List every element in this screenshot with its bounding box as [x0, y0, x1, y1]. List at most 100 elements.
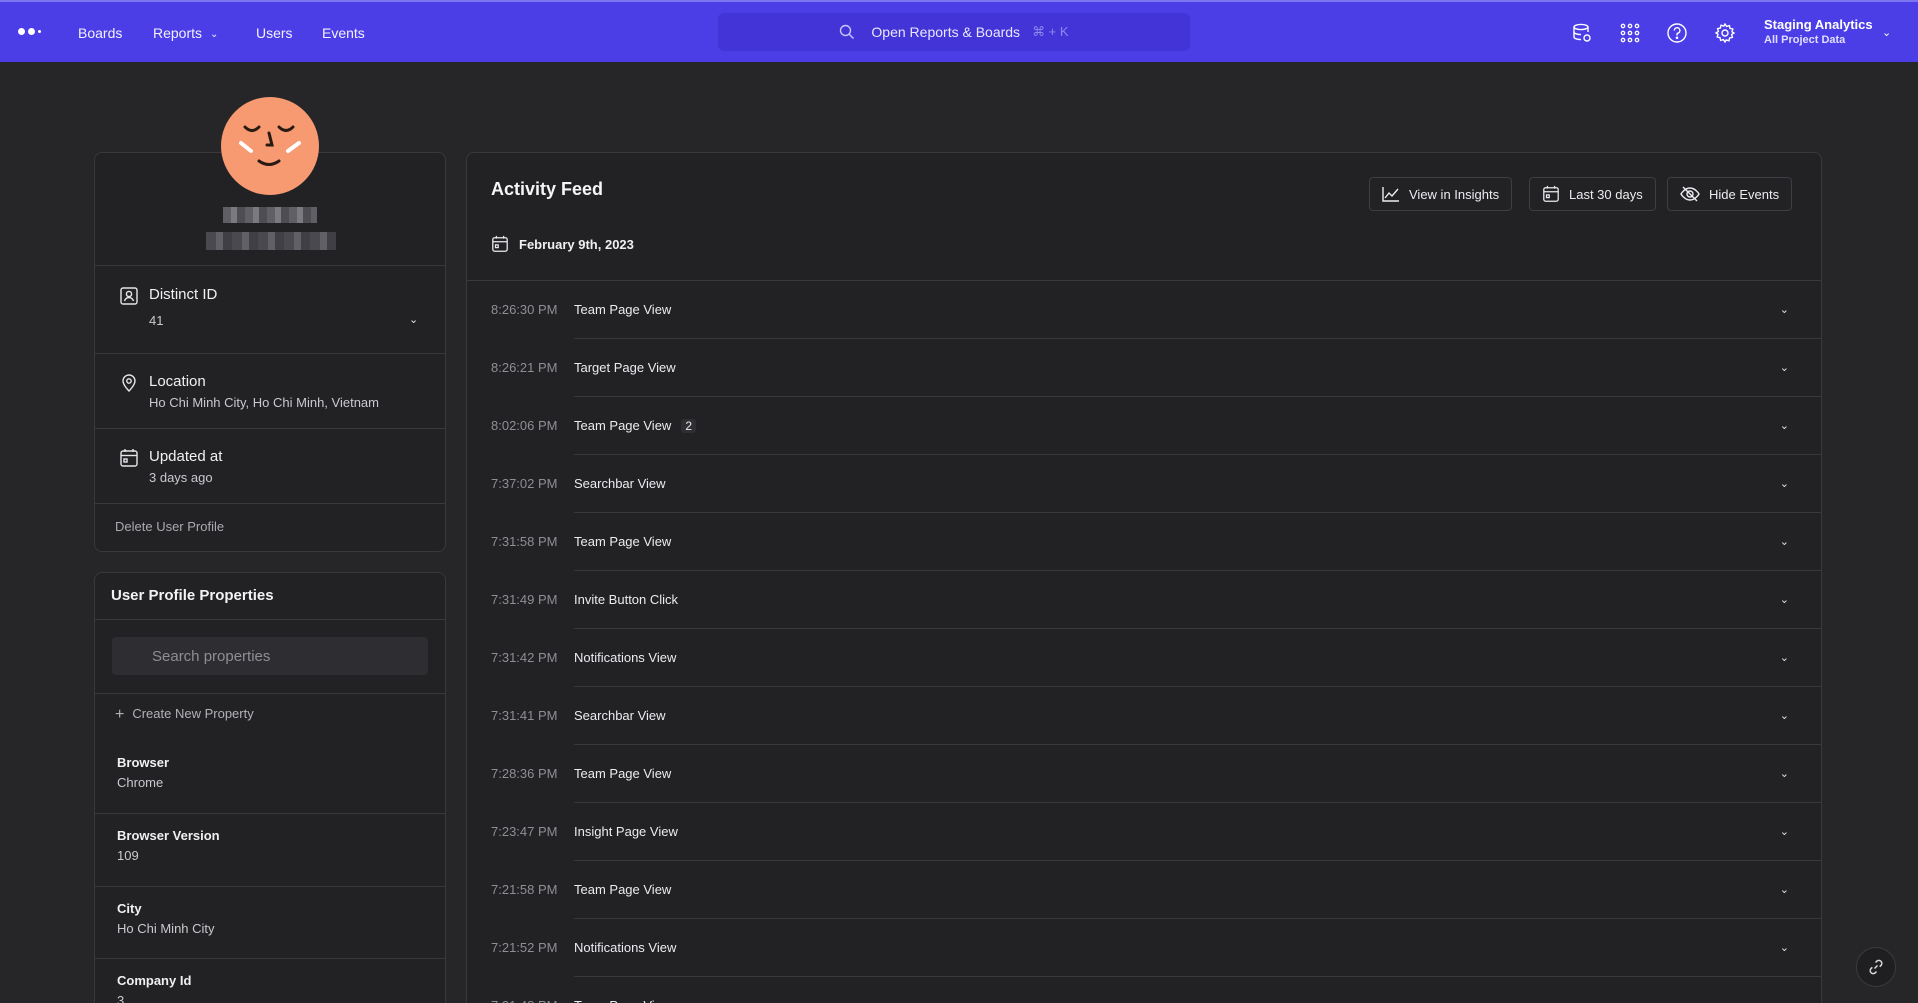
event-name-wrap: Team Page View — [574, 998, 671, 1003]
nav-reports-label: Reports — [153, 25, 203, 41]
nav-users[interactable]: Users — [256, 2, 293, 64]
top-navigation: Boards Reports ⌄ Users Events Open Report… — [0, 0, 1918, 62]
divider — [574, 570, 1821, 571]
event-name: Team Page View — [574, 418, 672, 433]
event-name-wrap: Target Page View — [574, 360, 676, 375]
chevron-down-icon[interactable]: ⌄ — [1780, 303, 1789, 316]
chevron-down-icon[interactable]: ⌄ — [1780, 709, 1789, 722]
property-value: 3 — [117, 993, 125, 1003]
distinct-id-value: 41 — [149, 313, 164, 328]
help-icon[interactable] — [1665, 21, 1689, 45]
chevron-down-icon[interactable]: ⌄ — [1780, 941, 1789, 954]
event-time: 7:21:58 PM — [491, 882, 558, 897]
nav-events-label: Events — [322, 25, 365, 41]
project-switcher[interactable]: Staging Analytics All Project Data ⌄ — [1764, 16, 1891, 48]
nav-reports[interactable]: Reports ⌄ — [153, 2, 218, 64]
divider — [574, 686, 1821, 687]
delete-user-profile-link[interactable]: Delete User Profile — [115, 519, 224, 534]
event-name: Team Page View — [574, 882, 672, 897]
event-name: Team Page View — [574, 302, 672, 317]
property-key: Company Id — [117, 973, 192, 988]
chevron-down-icon[interactable]: ⌄ — [1780, 535, 1789, 548]
logo-icon[interactable] — [18, 26, 44, 38]
blurred-user-name — [223, 207, 317, 223]
event-name: Team Page View — [574, 766, 672, 781]
event-row[interactable]: 7:23:47 PM Insight Page View ⌄ — [467, 802, 1821, 860]
property-item[interactable]: Company Id 3 — [95, 963, 445, 1003]
event-row[interactable]: 7:28:36 PM Team Page View ⌄ — [467, 744, 1821, 802]
chevron-down-icon[interactable]: ⌄ — [409, 313, 418, 326]
search-icon — [840, 24, 855, 39]
activity-feed-title: Activity Feed — [491, 179, 604, 199]
calendar-icon — [1543, 185, 1559, 202]
nav-events[interactable]: Events — [322, 2, 365, 64]
event-name-wrap: Notifications View — [574, 650, 676, 665]
event-row[interactable]: 7:37:02 PM Searchbar View ⌄ — [467, 454, 1821, 512]
chevron-down-icon[interactable]: ⌄ — [1780, 825, 1789, 838]
event-count-badge: 2 — [681, 419, 697, 433]
hide-events-label: Hide Events — [1709, 186, 1780, 202]
event-row[interactable]: 7:31:49 PM Invite Button Click ⌄ — [467, 570, 1821, 628]
event-row[interactable]: 8:02:06 PM Team Page View 2 ⌄ — [467, 396, 1821, 454]
divider — [574, 918, 1821, 919]
event-row[interactable]: 8:26:21 PM Target Page View ⌄ — [467, 338, 1821, 396]
feed-date: February 9th, 2023 — [519, 236, 634, 252]
chevron-down-icon[interactable]: ⌄ — [1780, 593, 1789, 606]
event-name-wrap: Notifications View — [574, 940, 676, 955]
divider — [574, 744, 1821, 745]
create-new-property-button[interactable]: + Create New Property — [115, 706, 254, 724]
divider — [95, 813, 445, 814]
event-row[interactable]: 7:31:42 PM Notifications View ⌄ — [467, 628, 1821, 686]
property-value: 109 — [117, 848, 139, 863]
property-value: Ho Chi Minh City — [117, 921, 215, 936]
create-property-label: Create New Property — [132, 706, 254, 721]
feed-date-heading: February 9th, 2023 — [491, 235, 634, 253]
event-name-wrap: Team Page View 2 — [574, 418, 697, 433]
search-properties-input[interactable] — [112, 637, 428, 675]
search-label: Open Reports & Boards — [871, 24, 1021, 40]
hide-events-button[interactable]: Hide Events — [1667, 177, 1793, 211]
copy-link-button[interactable] — [1856, 947, 1896, 987]
property-item[interactable]: Browser Chrome — [95, 745, 445, 817]
property-key: City — [117, 901, 142, 916]
event-row[interactable]: 8:26:30 PM Team Page View ⌄ — [467, 280, 1821, 338]
chevron-down-icon[interactable]: ⌄ — [1780, 767, 1789, 780]
event-time: 7:31:41 PM — [491, 708, 558, 723]
project-scope: All Project Data — [1764, 34, 1846, 46]
event-row[interactable]: 7:31:41 PM Searchbar View ⌄ — [467, 686, 1821, 744]
event-name: Team Page View — [574, 534, 672, 549]
property-item[interactable]: City Ho Chi Minh City — [95, 891, 445, 963]
event-name: Team Page View — [574, 998, 671, 1003]
divider — [467, 280, 1821, 281]
chevron-down-icon[interactable]: ⌄ — [1780, 651, 1789, 664]
global-search[interactable]: Open Reports & Boards ⌘ + K — [718, 13, 1190, 51]
chevron-down-icon: ⌄ — [1882, 27, 1892, 39]
search-shortcut: ⌘ + K — [1032, 24, 1069, 39]
settings-icon[interactable] — [1713, 21, 1737, 45]
nav-boards[interactable]: Boards — [78, 2, 122, 64]
view-in-insights-button[interactable]: View in Insights — [1369, 177, 1513, 211]
distinct-id-label: Distinct ID — [149, 286, 218, 303]
event-row[interactable]: 7:31:58 PM Team Page View ⌄ — [467, 512, 1821, 570]
property-item[interactable]: Browser Version 109 — [95, 818, 445, 890]
eye-off-icon — [1680, 186, 1700, 202]
chevron-down-icon[interactable]: ⌄ — [1780, 419, 1789, 432]
chevron-down-icon[interactable]: ⌄ — [1780, 477, 1789, 490]
event-name: Notifications View — [574, 650, 677, 665]
date-range-button[interactable]: Last 30 days — [1529, 177, 1656, 211]
event-time: 8:02:06 PM — [491, 418, 558, 433]
event-time: 7:31:49 PM — [491, 592, 558, 607]
event-name: Notifications View — [574, 940, 677, 955]
chevron-down-icon[interactable]: ⌄ — [1780, 999, 1789, 1003]
updated-at-row: Updated at 3 days ago — [95, 428, 445, 503]
event-row[interactable]: 7:21:48 PM Team Page View ⌄ — [467, 976, 1821, 1003]
chevron-down-icon[interactable]: ⌄ — [1780, 361, 1789, 374]
location-label: Location — [149, 373, 206, 390]
event-row[interactable]: 7:21:52 PM Notifications View ⌄ — [467, 918, 1821, 976]
properties-title: User Profile Properties — [111, 587, 274, 604]
divider — [574, 396, 1821, 397]
data-management-icon[interactable] — [1570, 21, 1594, 45]
apps-grid-icon[interactable] — [1618, 21, 1642, 45]
chevron-down-icon[interactable]: ⌄ — [1780, 883, 1789, 896]
event-row[interactable]: 7:21:58 PM Team Page View ⌄ — [467, 860, 1821, 918]
